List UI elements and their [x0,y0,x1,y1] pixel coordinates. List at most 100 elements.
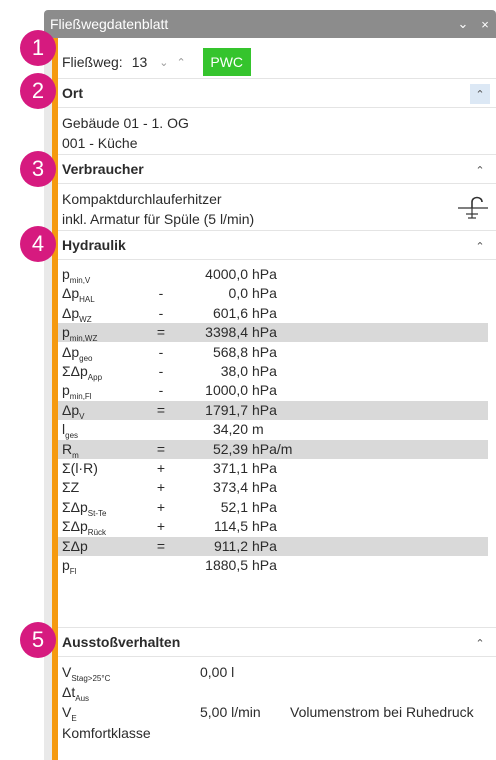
hydraulik-row: ΔpWZ - 601,6 hPa [58,304,488,324]
chevron-up-icon[interactable]: ⌃ [470,160,490,180]
ausstoss-row: VStag>25°C 0,00 l [58,664,496,684]
chevron-up-icon[interactable]: ⌃ [470,84,490,104]
hydraulik-row: Rm = 52,39 hPa/m [58,439,488,460]
ausstoss-symbol: VStag>25°C [62,664,110,683]
hydraulik-symbol: ΔpV [62,402,84,421]
hydraulik-unit: hPa [252,498,277,515]
section-hydraulik-header[interactable]: Hydraulik ⌃ [58,230,496,260]
hydraulik-operator: + [156,460,166,476]
flow-path-value[interactable]: 13 [132,54,148,70]
callout-badge-1: 1 [20,30,56,66]
hydraulik-unit: hPa [252,557,277,573]
chevron-up-icon[interactable]: ⌃ [470,633,490,653]
symbol-base: Σ(l·R) [62,460,98,476]
hydraulik-row: Δpgeo - 568,8 hPa [58,343,488,363]
hydraulik-symbol: ΣΔpApp [62,363,102,382]
callout-badge-3: 3 [20,151,56,187]
hydraulik-value: 373,4 [212,479,248,496]
hydraulik-symbol: ΣΔpRück [62,518,106,537]
symbol-base: Δp [62,285,80,302]
hydraulik-symbol: ΔpHAL [62,285,95,304]
hydraulik-unit: hPa [252,401,277,418]
hydraulik-unit: hPa [252,324,277,341]
hydraulik-row: pmin,WZ = 3398,4 hPa [58,323,488,343]
hydraulik-symbol: Rm [62,441,79,460]
ausstoss-symbol: Komfortklasse [62,725,151,744]
flow-path-selector: Fließweg: 13 ⌄ ⌃ PWC [58,48,251,76]
ausstoss-value: 0,00 l [200,664,235,680]
hydraulik-value: 3398,4 [205,324,248,341]
hydraulik-unit: hPa [252,518,277,535]
hydraulik-unit: hPa [252,537,277,554]
hydraulik-row: pmin,V 4000,0 hPa [58,265,488,285]
hydraulik-row: ΣΔpRück +114,5 hPa [58,517,488,537]
hydraulik-row: pmin,Fl - 1000,0 hPa [58,381,488,401]
hydraulik-operator: + [156,479,166,496]
hydraulik-value: 52,1 [220,498,248,515]
hydraulik-unit: hPa [252,266,277,282]
hydraulik-value: 1880,5 [205,557,248,573]
hydraulik-value: 0,0 [228,285,248,302]
symbol-subscript: Stag>25°C [71,673,111,683]
hydraulik-row: ΣΔpSt-Te +52,1 hPa [58,498,488,518]
pwc-button[interactable]: PWC [202,48,251,76]
hydraulik-symbol: pmin,WZ [62,324,97,343]
symbol-base: p [62,324,70,341]
symbol-subscript: Fl [69,566,77,576]
section-ort-header[interactable]: Ort ⌃ [58,78,496,108]
hydraulik-value: 52,39 [212,440,248,457]
section-verbraucher-header[interactable]: Verbraucher ⌃ [58,154,496,184]
hydraulik-value: 1000,0 [205,382,248,399]
hydraulik-unit: m [252,421,264,438]
hydraulik-operator: = [156,401,166,418]
hydraulik-operator: - [158,343,164,360]
section-ausstoss-header[interactable]: Ausstoßverhalten ⌃ [58,627,496,657]
symbol-subscript: Aus [75,693,90,703]
ort-line-building: Gebäude 01 - 1. OG [62,115,189,131]
hydraulik-operator: - [158,382,164,399]
hydraulik-row: lges 34,20 m [58,420,488,440]
hydraulik-symbol: Δpgeo [62,344,93,363]
hydraulik-operator: + [156,518,166,535]
close-icon[interactable]: × [474,17,496,32]
hydraulik-symbol: pmin,Fl [62,382,92,401]
verbraucher-line-device: Kompaktdurchlauferhitzer [62,191,222,207]
hydraulik-unit: hPa [252,479,277,496]
hydraulik-row: Σ(l·R) +371,1 hPa [58,459,488,478]
chevron-down-icon[interactable]: ⌄ [159,56,168,69]
symbol-base: ΣΔp [62,518,88,535]
hydraulik-operator: + [156,498,166,515]
chevron-up-icon[interactable]: ⌃ [470,236,490,256]
symbol-base: R [62,440,73,457]
hydraulik-unit: hPa/m [252,440,293,457]
hydraulik-row: ΣΔpApp - 38,0 hPa [58,362,488,382]
hydraulik-symbol: ΣZ [62,479,79,498]
symbol-base: Δt [62,684,76,700]
flow-path-label: Fließweg: [62,54,123,70]
hydraulik-operator: = [156,537,166,554]
hydraulik-symbol: pFl [62,557,76,576]
ort-line-room: 001 - Küche [62,135,138,151]
hydraulik-symbol: lges [62,421,78,440]
hydraulik-value: 911,2 [214,537,248,554]
window-title: Fließwegdatenblatt [50,16,169,32]
hydraulik-value: 4000,0 [205,266,248,282]
ausstoss-row: Komfortklasse [58,725,496,745]
hydraulik-symbol: ΣΔp [62,538,88,557]
chevron-up-icon[interactable]: ⌃ [176,56,185,69]
ausstoss-value: 5,00 l/min [200,704,261,720]
hydraulik-value: 114,5 [214,518,248,535]
symbol-base: V [62,664,72,680]
ausstoss-row: ΔtAus [58,684,496,704]
chevron-down-icon[interactable]: ⌄ [452,16,474,32]
callout-badge-4: 4 [20,226,56,262]
ausstoss-symbol: VE [62,704,77,723]
hydraulik-unit: hPa [252,363,277,379]
datasheet-panel: Fließweg: 13 ⌄ ⌃ PWC Ort ⌃ Gebäude 01 - … [58,38,496,760]
ausstoss-description: Volumenstrom bei Ruhedruck [290,704,474,720]
symbol-base: p [62,266,70,282]
hydraulik-unit: hPa [252,382,277,399]
flow-path-stepper[interactable]: 13 ⌄ ⌃ [129,51,193,73]
symbol-base: Komfortklasse [62,725,151,741]
hydraulik-operator: = [156,440,166,457]
